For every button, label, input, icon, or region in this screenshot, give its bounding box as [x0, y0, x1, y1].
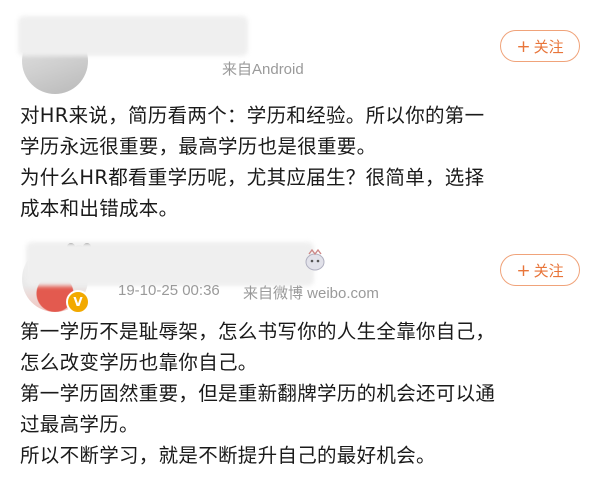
- username-redacted: [18, 16, 248, 56]
- username-redacted: [26, 242, 314, 286]
- comment-item: 来自Android + 关注 对HR来说，简历看两个：学历和经验。所以你的第一 学…: [0, 0, 600, 232]
- plus-icon: +: [516, 261, 531, 281]
- follow-label: 关注: [533, 38, 564, 56]
- level-badge-icon: [305, 248, 325, 271]
- follow-label: 关注: [533, 262, 564, 280]
- post-content: 第一学历不是耻辱架，怎么书写你的人生全靠你自己， 怎么改变学历也靠你自己。 第一…: [20, 320, 496, 467]
- plus-icon: +: [516, 37, 531, 57]
- follow-button[interactable]: + 关注: [500, 30, 580, 62]
- verified-badge-icon: V: [66, 290, 90, 314]
- comment-item: V 19-10-25 00:36 来自微博 weibo.com + 关注 第一学历…: [0, 232, 600, 490]
- post-source: 来自Android: [222, 61, 304, 78]
- post-source: 来自微博 weibo.com: [243, 285, 379, 302]
- post-content: 对HR来说，简历看两个：学历和经验。所以你的第一 学历永远很重要，最高学历也是很…: [20, 104, 485, 220]
- follow-button[interactable]: + 关注: [500, 254, 580, 286]
- post-timestamp: 19-10-25 00:36: [118, 282, 220, 299]
